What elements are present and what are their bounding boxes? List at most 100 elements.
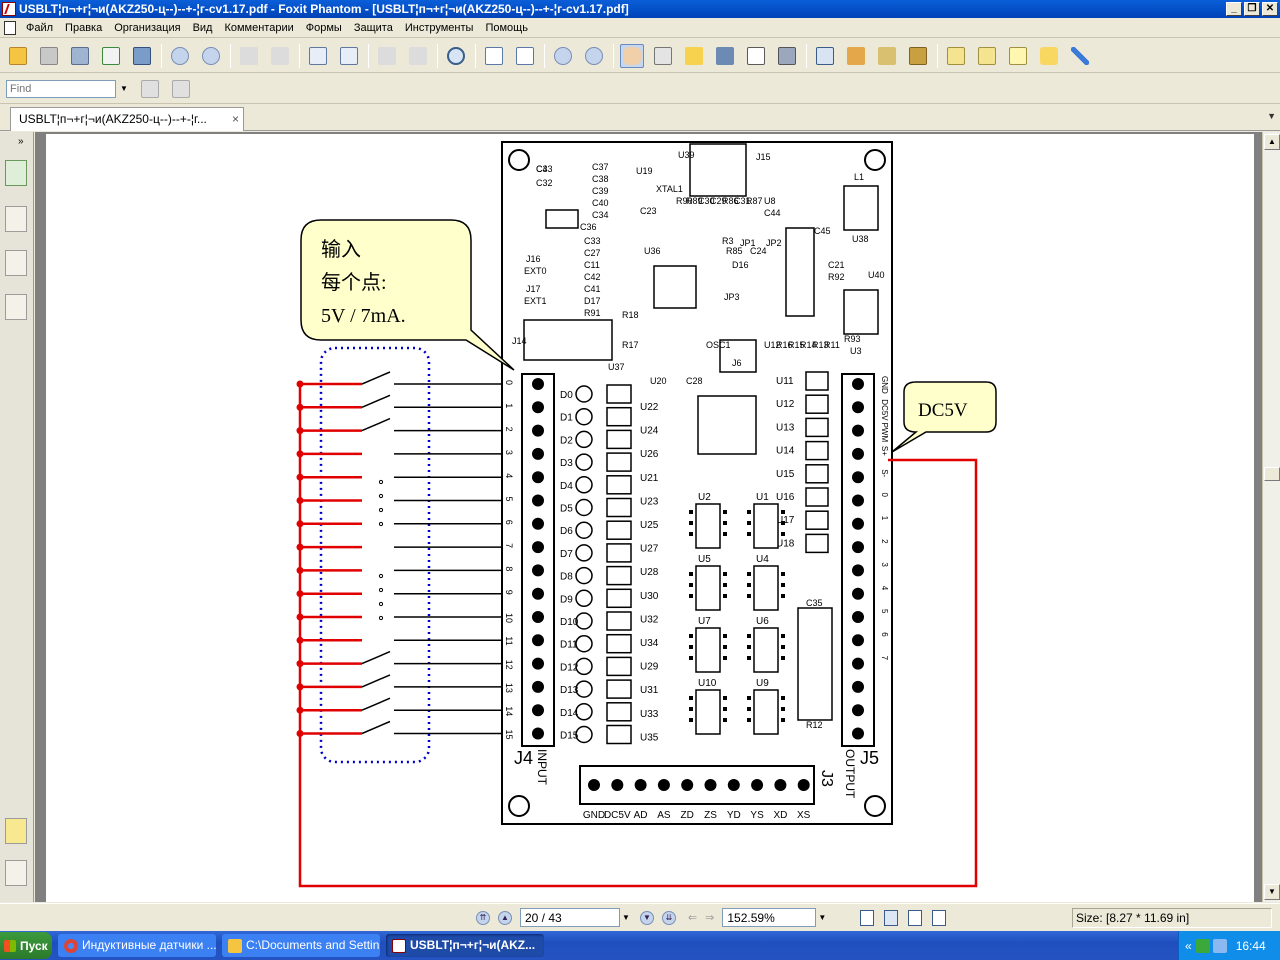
document-tabs: USBLT¦п¬+г¦¬и(AKZ250-ц--)--+-¦г... × ▼ [0,105,1280,131]
pages-panel-icon[interactable] [5,160,27,186]
cpu-chip [697,395,757,455]
ic-pad [781,634,785,638]
open-button[interactable] [6,44,30,68]
menu-edit[interactable]: Правка [59,19,108,37]
textbox-button[interactable] [1006,44,1030,68]
print-button[interactable] [68,44,92,68]
bookmarks-panel-icon[interactable] [5,206,27,232]
taskbar-item-foxit[interactable]: USBLT¦п¬+г¦¬и(AKZ... [386,934,544,957]
prev-page-icon[interactable]: ▲ [498,910,512,925]
attachments-panel-icon[interactable] [5,860,27,886]
scroll-down-icon[interactable]: ▼ [1264,884,1280,900]
find-input[interactable] [6,79,116,98]
continuous-facing-icon[interactable] [932,909,947,926]
menu-file[interactable]: Файл [20,19,59,37]
sign-button[interactable] [875,44,899,68]
undo-button[interactable] [375,44,399,68]
zoom-field[interactable] [722,908,817,927]
network-icon[interactable] [1212,938,1227,953]
j3-pin [681,779,694,791]
zoom-out-button[interactable] [551,44,575,68]
edit-button[interactable] [975,44,999,68]
document-icon[interactable] [4,20,16,35]
next-page-icon[interactable]: ▼ [639,910,654,925]
zoom-in-button[interactable] [582,44,606,68]
select-text-button[interactable] [651,44,675,68]
prev-page-button[interactable] [168,44,192,68]
menu-tools[interactable]: Инструменты [399,19,480,37]
tray-expand-icon[interactable]: « [1185,939,1192,953]
find-tool-button[interactable] [713,44,737,68]
single-page-icon[interactable] [860,909,875,926]
comments-panel-icon[interactable] [5,818,27,844]
select-tool-button[interactable] [682,44,706,68]
redo-button[interactable] [406,44,430,68]
scroll-up-icon[interactable]: ▲ [1264,134,1280,150]
last-page-icon[interactable]: ⇊ [661,910,676,925]
typewriter-button[interactable] [744,44,768,68]
forward-button[interactable] [268,44,292,68]
rectangle-button[interactable] [813,44,837,68]
ic-label: U2 [698,492,711,503]
zoom-dropdown-icon[interactable]: ▼ [818,913,826,922]
page-number-field[interactable] [520,908,620,927]
back-button[interactable] [237,44,261,68]
snapshot-button[interactable] [775,44,799,68]
minimize-button[interactable]: _ [1226,2,1242,16]
part-label: R91 [584,308,601,318]
extract-pages-button[interactable] [337,44,361,68]
restore-button[interactable]: ❐ [1244,2,1260,16]
save-button[interactable] [37,44,61,68]
find-next-button[interactable] [169,77,193,101]
vertical-scrollbar[interactable]: ▲ ▼ [1262,132,1280,902]
first-page-icon[interactable]: ⇈ [476,910,490,925]
ic-pad [747,583,751,587]
scan-button[interactable] [130,44,154,68]
zoom-tool-button[interactable] [444,44,468,68]
j5-pin-label: 3 [880,562,889,567]
menu-help[interactable]: Помощь [479,19,534,37]
document-tab[interactable]: USBLT¦п¬+г¦¬и(AKZ250-ц--)--+-¦г... × [10,107,244,131]
page-dropdown-icon[interactable]: ▼ [622,913,630,922]
note-button[interactable] [944,44,968,68]
scroll-thumb[interactable] [1264,467,1280,481]
document-viewer[interactable]: 0 1 2 3 4 5 6 7 8 9 10 11 12 13 14 15 J4 INPUT GND DC5V P… [35,132,1262,902]
ic-label: U4 [756,554,769,565]
hand-tool-button[interactable] [620,43,644,68]
menu-security[interactable]: Защита [348,19,399,37]
signatures-panel-icon[interactable] [5,294,27,320]
history-forward-icon[interactable]: ⇒ [705,911,714,924]
j4-sublabel: INPUT [535,749,549,786]
find-dropdown-icon[interactable]: ▼ [120,84,128,93]
part-label: C38 [592,174,609,184]
facing-icon[interactable] [908,909,923,926]
secure-button[interactable] [906,44,930,68]
comment-button[interactable] [1037,44,1061,68]
taskbar-item-chrome[interactable]: Индуктивные датчики ... [58,934,216,957]
close-button[interactable]: ✕ [1262,2,1278,16]
find-prev-button[interactable] [138,77,162,101]
next-page-button[interactable] [199,44,223,68]
stamp-button[interactable] [844,44,868,68]
insert-pages-button[interactable] [306,44,330,68]
ic-pad [689,656,693,660]
fit-width-button[interactable] [513,44,537,68]
menu-view[interactable]: Вид [187,19,219,37]
menu-forms[interactable]: Формы [300,19,348,37]
j5-pin-label: 2 [880,539,889,544]
menu-comments[interactable]: Комментарии [218,19,299,37]
expand-panel-icon[interactable]: » [18,136,24,147]
layers-panel-icon[interactable] [5,250,27,276]
fit-page-button[interactable] [482,44,506,68]
tab-list-icon[interactable]: ▼ [1267,111,1276,121]
shield-icon[interactable] [1195,938,1210,953]
tab-close-icon[interactable]: × [232,108,239,130]
part-label: U3 [850,346,862,356]
menu-organize[interactable]: Организация [108,19,186,37]
start-button[interactable]: Пуск [0,932,52,959]
history-back-icon[interactable]: ⇐ [688,911,697,924]
continuous-icon[interactable] [884,909,899,926]
taskbar-item-explorer[interactable]: C:\Documents and Settin... [222,934,380,957]
email-button[interactable] [99,44,123,68]
arrow-tool-button[interactable] [1068,44,1092,68]
